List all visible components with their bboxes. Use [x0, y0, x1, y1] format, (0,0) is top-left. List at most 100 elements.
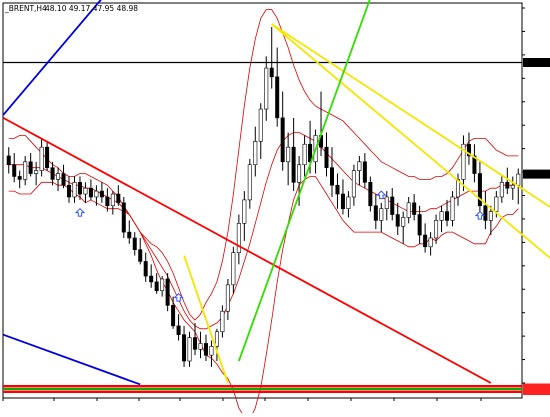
price-badge-bg — [523, 386, 550, 395]
price-badge — [523, 386, 550, 395]
candle-body — [390, 196, 395, 215]
candle-body — [264, 67, 269, 110]
candle-body — [329, 167, 334, 186]
candle-body — [269, 67, 274, 78]
candle-body — [499, 182, 504, 198]
candle-body — [231, 252, 236, 286]
candle-body — [116, 193, 121, 204]
candle-body — [434, 220, 439, 239]
candle-body — [45, 146, 50, 168]
candle-body — [340, 193, 345, 209]
candle-body — [445, 211, 450, 221]
candle-body — [94, 190, 99, 198]
candle-body — [335, 184, 340, 195]
candle — [165, 273, 170, 312]
candle-body — [6, 155, 11, 166]
candle-body — [253, 141, 258, 166]
symbol-label: _BRENT,H4 — [4, 4, 47, 13]
candle-body — [280, 117, 285, 163]
candle-body — [242, 199, 247, 224]
candle-body — [121, 202, 126, 233]
candle-body — [247, 164, 252, 201]
price-badge — [523, 169, 550, 179]
candle-body — [99, 190, 104, 198]
candle — [121, 196, 126, 238]
candle-body — [61, 173, 66, 186]
candle-body — [379, 208, 384, 221]
candle-body — [214, 331, 219, 347]
candle-body — [428, 237, 433, 248]
candle-body — [138, 249, 143, 262]
candle-body — [510, 184, 515, 189]
candle-body — [39, 146, 44, 171]
candle-body — [171, 305, 176, 327]
candle-body — [450, 196, 455, 221]
candle-body — [406, 202, 411, 218]
candle-body — [50, 167, 55, 180]
price-badge-bg — [523, 169, 550, 179]
candle-body — [488, 211, 493, 221]
chart-root: _BRENT,H4 48.10 49.17 47.95 48.98 — [0, 0, 550, 417]
candle-body — [165, 278, 170, 306]
candle-body — [297, 164, 302, 183]
candle-body — [23, 161, 28, 180]
candle-body — [77, 182, 82, 195]
candle-body — [132, 237, 137, 250]
candle-body — [198, 343, 203, 350]
candle-body — [302, 143, 307, 166]
candle-body — [483, 205, 488, 221]
bottom-band-red — [3, 385, 522, 388]
candle-body — [143, 261, 148, 277]
candle-body — [182, 334, 187, 362]
candle-body — [412, 202, 417, 215]
candle-body — [105, 196, 110, 207]
price-chart[interactable]: _BRENT,H4 48.10 49.17 47.95 48.98 — [0, 0, 550, 417]
candle-body — [357, 161, 362, 171]
candle-body — [395, 214, 400, 227]
candle-body — [401, 217, 406, 227]
candle-body — [193, 337, 198, 350]
candle-body — [362, 161, 367, 183]
ohlc-values: 48.10 49.17 47.95 48.98 — [45, 4, 138, 13]
candle-body — [34, 170, 39, 174]
candle-body — [67, 184, 72, 198]
candle-body — [258, 108, 263, 142]
candle-body — [324, 146, 329, 168]
candle-body — [187, 337, 192, 362]
candle-body — [291, 146, 296, 183]
candle-body — [225, 284, 230, 312]
candle-body — [236, 223, 241, 253]
price-badge — [523, 57, 550, 67]
candle-body — [154, 281, 159, 292]
candle-body — [505, 182, 510, 189]
candle-body — [127, 231, 132, 239]
bottom-band-red-2 — [3, 390, 522, 393]
candle-body — [494, 196, 499, 212]
candle-body — [346, 196, 351, 209]
candle-body — [83, 187, 88, 195]
candle-body — [373, 205, 378, 221]
candle-body — [220, 310, 225, 333]
bottom-indicator-bands — [3, 385, 522, 393]
candle-body — [275, 76, 280, 119]
candle-body — [203, 343, 208, 356]
candle-body — [176, 325, 181, 335]
candle-body — [368, 182, 373, 207]
candle-body — [351, 170, 356, 198]
candle-body — [88, 187, 93, 198]
candle-body — [423, 234, 428, 248]
candle-body — [110, 193, 115, 207]
candle-body — [56, 173, 61, 180]
price-badge-bg — [523, 57, 550, 67]
candle-body — [439, 211, 444, 221]
candle-body — [209, 346, 214, 356]
candle-body — [286, 146, 291, 163]
candle-body — [17, 176, 22, 180]
candle-body — [417, 214, 422, 236]
candle-body — [12, 164, 17, 177]
candle-body — [28, 161, 33, 174]
candle-body — [516, 173, 521, 186]
candle-body — [160, 278, 165, 292]
candle-body — [72, 182, 77, 198]
bottom-band-green — [3, 388, 522, 390]
